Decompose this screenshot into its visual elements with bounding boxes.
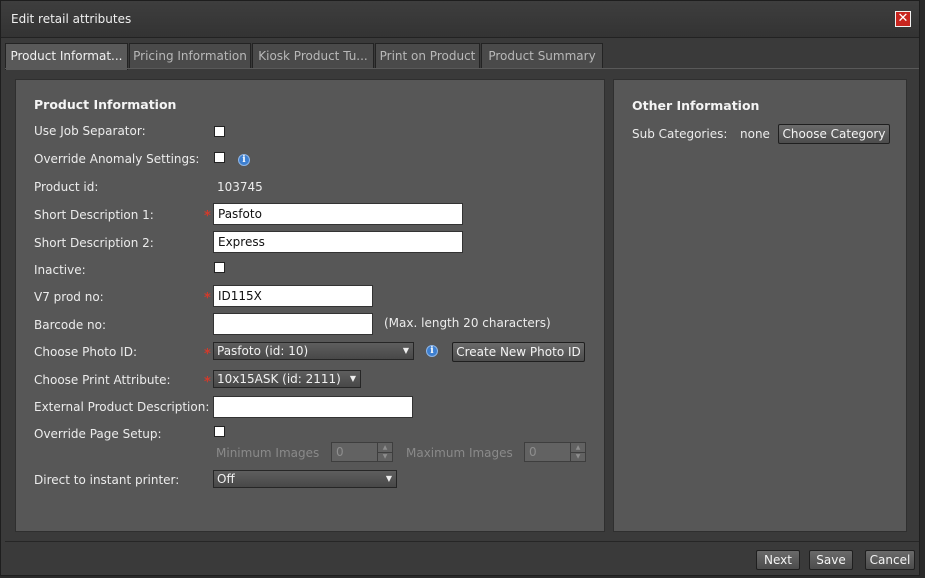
- inactive-checkbox[interactable]: [214, 262, 225, 273]
- use-job-separator-checkbox[interactable]: [214, 126, 225, 137]
- edit-retail-attributes-dialog: Edit retail attributes ✕ Product Informa…: [0, 0, 920, 576]
- minimum-images-label: Minimum Images: [216, 446, 320, 460]
- choose-print-attribute-label: Choose Print Attribute:: [34, 373, 171, 387]
- required-asterisk: *: [204, 291, 211, 306]
- minimum-images-value: 0: [336, 445, 344, 459]
- barcode-hint: (Max. length 20 characters): [384, 316, 551, 330]
- tab-underline: [5, 68, 919, 69]
- info-icon[interactable]: i: [426, 345, 438, 357]
- chevron-down-icon: ▼: [402, 346, 409, 355]
- tab-print-on-product[interactable]: Print on Product: [375, 43, 480, 69]
- print-attribute-selected: 10x15ASK (id: 2111): [217, 372, 341, 386]
- short-description-1-input[interactable]: Pasfoto: [213, 203, 463, 225]
- chevron-down-icon: ▼: [385, 474, 392, 483]
- tab-kiosk-product-tu[interactable]: Kiosk Product Tu...: [252, 43, 374, 69]
- required-asterisk: *: [204, 347, 211, 362]
- photo-id-select[interactable]: Pasfoto (id: 10) ▼: [213, 342, 414, 360]
- dialog-title: Edit retail attributes: [11, 12, 132, 26]
- stepper-down-icon[interactable]: ▼: [570, 452, 585, 461]
- external-product-description-input[interactable]: [213, 396, 413, 418]
- short-description-2-input[interactable]: Express: [213, 231, 463, 253]
- maximum-images-stepper[interactable]: 0 ▲ ▼: [524, 442, 586, 462]
- barcode-no-input[interactable]: [213, 313, 373, 335]
- other-information-title: Other Information: [632, 98, 760, 113]
- maximum-images-label: Maximum Images: [406, 446, 513, 460]
- v7-prod-no-label: V7 prod no:: [34, 290, 104, 304]
- v7-prod-no-input[interactable]: ID115X: [213, 285, 373, 307]
- info-icon[interactable]: i: [238, 154, 250, 166]
- other-information-panel: Other Information Sub Categories: none C…: [613, 79, 907, 532]
- barcode-no-label: Barcode no:: [34, 318, 106, 332]
- tab-product-information[interactable]: Product Informat...: [5, 43, 128, 70]
- stepper-down-icon[interactable]: ▼: [377, 452, 392, 461]
- minimum-images-stepper[interactable]: 0 ▲ ▼: [331, 442, 393, 462]
- instant-printer-selected: Off: [217, 472, 235, 486]
- product-id-value: 103745: [217, 180, 263, 194]
- override-anomaly-checkbox[interactable]: [214, 152, 225, 163]
- cancel-button[interactable]: Cancel: [865, 550, 915, 570]
- short-description-2-label: Short Description 2:: [34, 236, 154, 250]
- save-button[interactable]: Save: [809, 550, 853, 570]
- external-product-description-label: External Product Description:: [34, 400, 210, 414]
- chevron-down-icon: ▼: [349, 374, 356, 383]
- sub-categories-label: Sub Categories:: [632, 127, 728, 141]
- instant-printer-select[interactable]: Off ▼: [213, 470, 397, 488]
- photo-id-selected: Pasfoto (id: 10): [217, 344, 309, 358]
- product-information-panel: Product Information Use Job Separator: O…: [15, 79, 605, 532]
- inactive-label: Inactive:: [34, 263, 86, 277]
- use-job-separator-label: Use Job Separator:: [34, 124, 146, 138]
- direct-to-instant-printer-label: Direct to instant printer:: [34, 473, 180, 487]
- required-asterisk: *: [204, 209, 211, 224]
- close-icon[interactable]: ✕: [895, 11, 911, 27]
- maximum-images-value: 0: [529, 445, 537, 459]
- footer-divider: [5, 541, 919, 542]
- product-information-title: Product Information: [34, 97, 177, 112]
- short-description-1-label: Short Description 1:: [34, 208, 154, 222]
- title-bar: Edit retail attributes ✕: [1, 1, 919, 38]
- override-anomaly-label: Override Anomaly Settings:: [34, 152, 200, 166]
- tab-pricing-information[interactable]: Pricing Information: [129, 43, 251, 69]
- override-page-setup-label: Override Page Setup:: [34, 427, 162, 441]
- sub-categories-value: none: [740, 127, 770, 141]
- product-id-label: Product id:: [34, 180, 99, 194]
- next-button[interactable]: Next: [756, 550, 800, 570]
- print-attribute-select[interactable]: 10x15ASK (id: 2111) ▼: [213, 370, 361, 388]
- choose-category-button[interactable]: Choose Category: [778, 124, 890, 144]
- create-new-photo-id-button[interactable]: Create New Photo ID: [452, 342, 585, 362]
- required-asterisk: *: [204, 375, 211, 390]
- override-page-setup-checkbox[interactable]: [214, 426, 225, 437]
- choose-photo-id-label: Choose Photo ID:: [34, 345, 137, 359]
- tab-product-summary[interactable]: Product Summary: [481, 43, 603, 69]
